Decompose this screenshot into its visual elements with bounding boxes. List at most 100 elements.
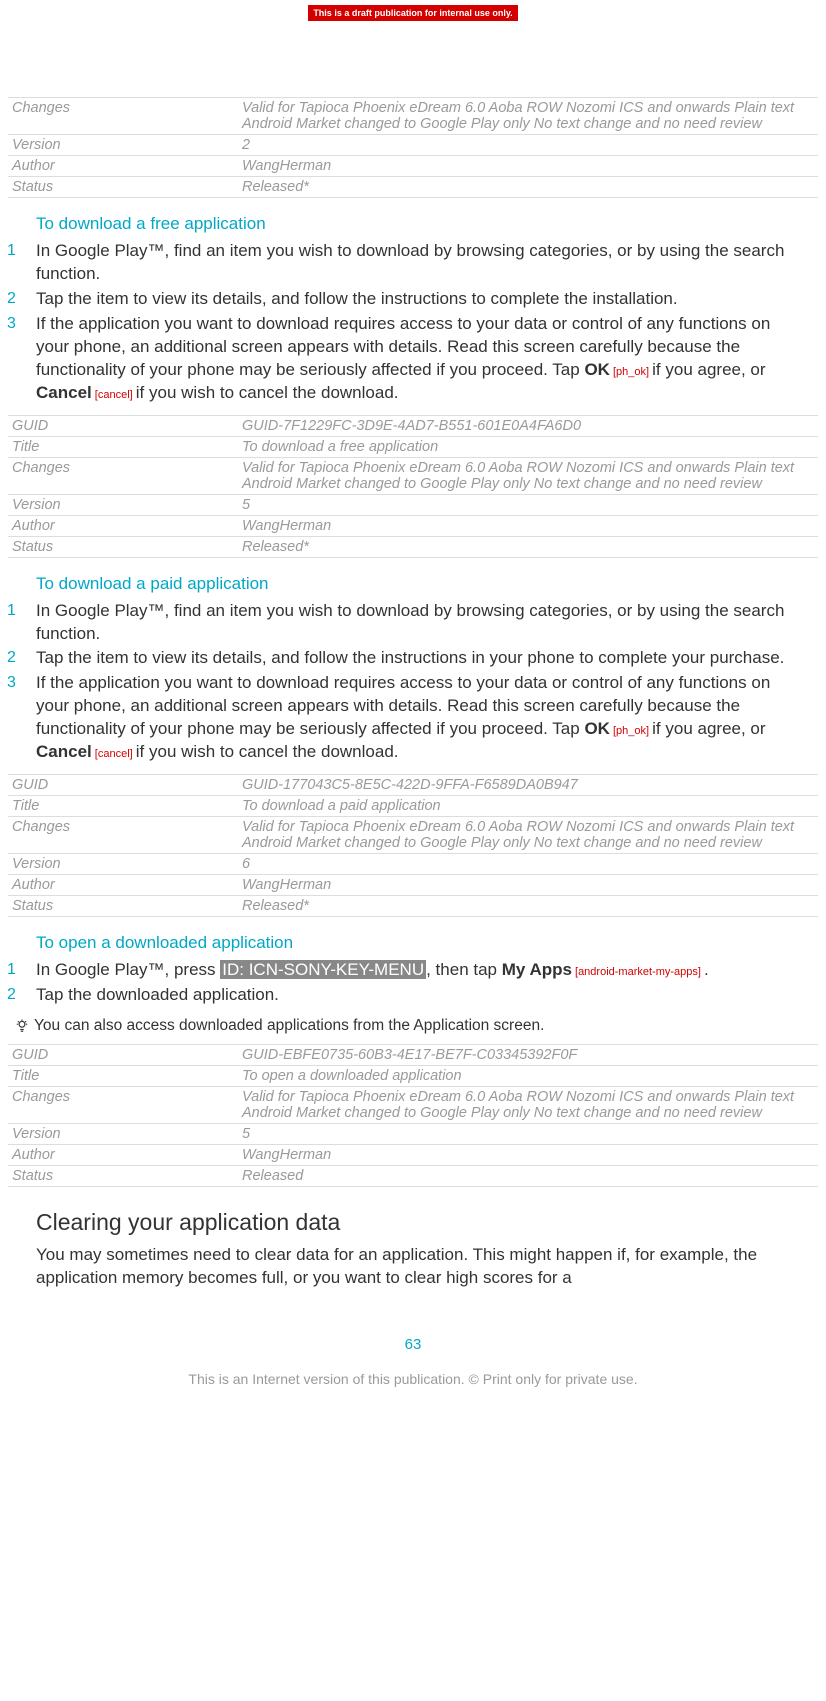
meta-row: Version5 (8, 1124, 818, 1145)
step: 1 In Google Play™, find an item you wish… (36, 600, 806, 646)
meta-value: To open a downloaded application (238, 1066, 818, 1087)
lightbulb-icon (10, 1017, 34, 1036)
myapps-label: My Apps (502, 960, 572, 979)
meta-row: StatusReleased* (8, 536, 818, 557)
ok-tag: [ph_ok] (610, 366, 652, 378)
meta-row: StatusReleased (8, 1166, 818, 1187)
step: 2 Tap the item to view its details, and … (36, 288, 806, 311)
meta-row: GUIDGUID-177043C5-8E5C-422D-9FFA-F6589DA… (8, 775, 818, 796)
meta-key: GUID (8, 775, 238, 796)
meta-table-top: ChangesValid for Tapioca Phoenix eDream … (8, 97, 818, 198)
steps-paid: 1 In Google Play™, find an item you wish… (36, 600, 806, 765)
meta-row: StatusReleased* (8, 896, 818, 917)
page-number: 63 (8, 1336, 818, 1353)
meta-value: 2 (238, 135, 818, 156)
meta-row: Version2 (8, 135, 818, 156)
step-number: 3 (7, 313, 16, 335)
tip-row: You can also access downloaded applicati… (10, 1017, 806, 1036)
meta-value: To download a paid application (238, 796, 818, 817)
meta-row: StatusReleased* (8, 177, 818, 198)
meta-row: TitleTo download a paid application (8, 796, 818, 817)
steps-open: 1 In Google Play™, press ID: ICN-SONY-KE… (36, 959, 806, 1007)
meta-value: Valid for Tapioca Phoenix eDream 6.0 Aob… (238, 1087, 818, 1124)
ok-tag: [ph_ok] (610, 725, 652, 737)
ok-label: OK (584, 360, 610, 379)
step-text: if you agree, or (652, 360, 765, 379)
step-number: 1 (7, 959, 16, 981)
step-text: if you wish to cancel the download. (136, 742, 399, 761)
meta-value: Valid for Tapioca Phoenix eDream 6.0 Aob… (238, 457, 818, 494)
draft-banner: This is a draft publication for internal… (0, 0, 826, 21)
step-text: In Google Play™, find an item you wish t… (36, 601, 784, 643)
meta-key: Author (8, 875, 238, 896)
meta-value: Released* (238, 536, 818, 557)
draft-banner-text: This is a draft publication for internal… (308, 5, 517, 21)
meta-key: Author (8, 156, 238, 177)
meta-key: Changes (8, 817, 238, 854)
meta-value: Valid for Tapioca Phoenix eDream 6.0 Aob… (238, 98, 818, 135)
meta-value: Released* (238, 177, 818, 198)
meta-row: ChangesValid for Tapioca Phoenix eDream … (8, 817, 818, 854)
meta-value: GUID-EBFE0735-60B3-4E17-BE7F-C03345392F0… (238, 1045, 818, 1066)
step-number: 1 (7, 600, 16, 622)
step: 2 Tap the item to view its details, and … (36, 647, 806, 670)
cancel-tag: [cancel] (92, 748, 136, 760)
step-text: if you wish to cancel the download. (136, 383, 399, 402)
meta-value: Valid for Tapioca Phoenix eDream 6.0 Aob… (238, 817, 818, 854)
step: 2 Tap the downloaded application. (36, 984, 806, 1007)
cancel-label: Cancel (36, 383, 92, 402)
meta-row: Version5 (8, 494, 818, 515)
meta-key: Title (8, 436, 238, 457)
meta-value: Released (238, 1166, 818, 1187)
meta-value: WangHerman (238, 515, 818, 536)
clearing-paragraph: You may sometimes need to clear data for… (36, 1244, 806, 1290)
step-number: 2 (7, 984, 16, 1006)
step-text: Tap the item to view its details, and fo… (36, 289, 678, 308)
steps-free: 1 In Google Play™, find an item you wish… (36, 240, 806, 405)
meta-row: AuthorWangHerman (8, 875, 818, 896)
cancel-tag: [cancel] (92, 389, 136, 401)
meta-row: TitleTo open a downloaded application (8, 1066, 818, 1087)
step: 1 In Google Play™, press ID: ICN-SONY-KE… (36, 959, 806, 982)
step-text: , then tap (426, 960, 502, 979)
meta-key: Version (8, 854, 238, 875)
step: 3 If the application you want to downloa… (36, 672, 806, 764)
section-title-free: To download a free application (36, 214, 806, 234)
meta-key: Author (8, 1145, 238, 1166)
meta-key: Title (8, 796, 238, 817)
key-menu-highlight: ID: ICN-SONY-KEY-MENU (220, 960, 426, 979)
meta-key: GUID (8, 415, 238, 436)
meta-value: 5 (238, 494, 818, 515)
ok-label: OK (584, 719, 610, 738)
meta-row: ChangesValid for Tapioca Phoenix eDream … (8, 457, 818, 494)
meta-row: TitleTo download a free application (8, 436, 818, 457)
meta-key: Status (8, 896, 238, 917)
meta-row: ChangesValid for Tapioca Phoenix eDream … (8, 1087, 818, 1124)
footer-note: This is an Internet version of this publ… (8, 1371, 818, 1387)
meta-row: Version6 (8, 854, 818, 875)
myapps-tag: [android-market-my-apps] (572, 966, 704, 978)
meta-key: Status (8, 177, 238, 198)
cancel-label: Cancel (36, 742, 92, 761)
meta-key: Status (8, 1166, 238, 1187)
section-title-open: To open a downloaded application (36, 933, 806, 953)
step-text: if you agree, or (652, 719, 765, 738)
step-number: 2 (7, 647, 16, 669)
meta-key: Changes (8, 98, 238, 135)
meta-value: Released* (238, 896, 818, 917)
step-text: Tap the item to view its details, and fo… (36, 648, 784, 667)
meta-key: Author (8, 515, 238, 536)
step-text: In Google Play™, find an item you wish t… (36, 241, 784, 283)
meta-row: AuthorWangHerman (8, 1145, 818, 1166)
meta-key: Status (8, 536, 238, 557)
step: 3 If the application you want to downloa… (36, 313, 806, 405)
meta-key: Changes (8, 1087, 238, 1124)
meta-row: GUIDGUID-7F1229FC-3D9E-4AD7-B551-601E0A4… (8, 415, 818, 436)
meta-value: To download a free application (238, 436, 818, 457)
step-text: . (704, 960, 709, 979)
meta-row: AuthorWangHerman (8, 515, 818, 536)
step: 1 In Google Play™, find an item you wish… (36, 240, 806, 286)
meta-table-paid: GUIDGUID-177043C5-8E5C-422D-9FFA-F6589DA… (8, 774, 818, 917)
meta-table-free: GUIDGUID-7F1229FC-3D9E-4AD7-B551-601E0A4… (8, 415, 818, 558)
meta-value: GUID-7F1229FC-3D9E-4AD7-B551-601E0A4FA6D… (238, 415, 818, 436)
